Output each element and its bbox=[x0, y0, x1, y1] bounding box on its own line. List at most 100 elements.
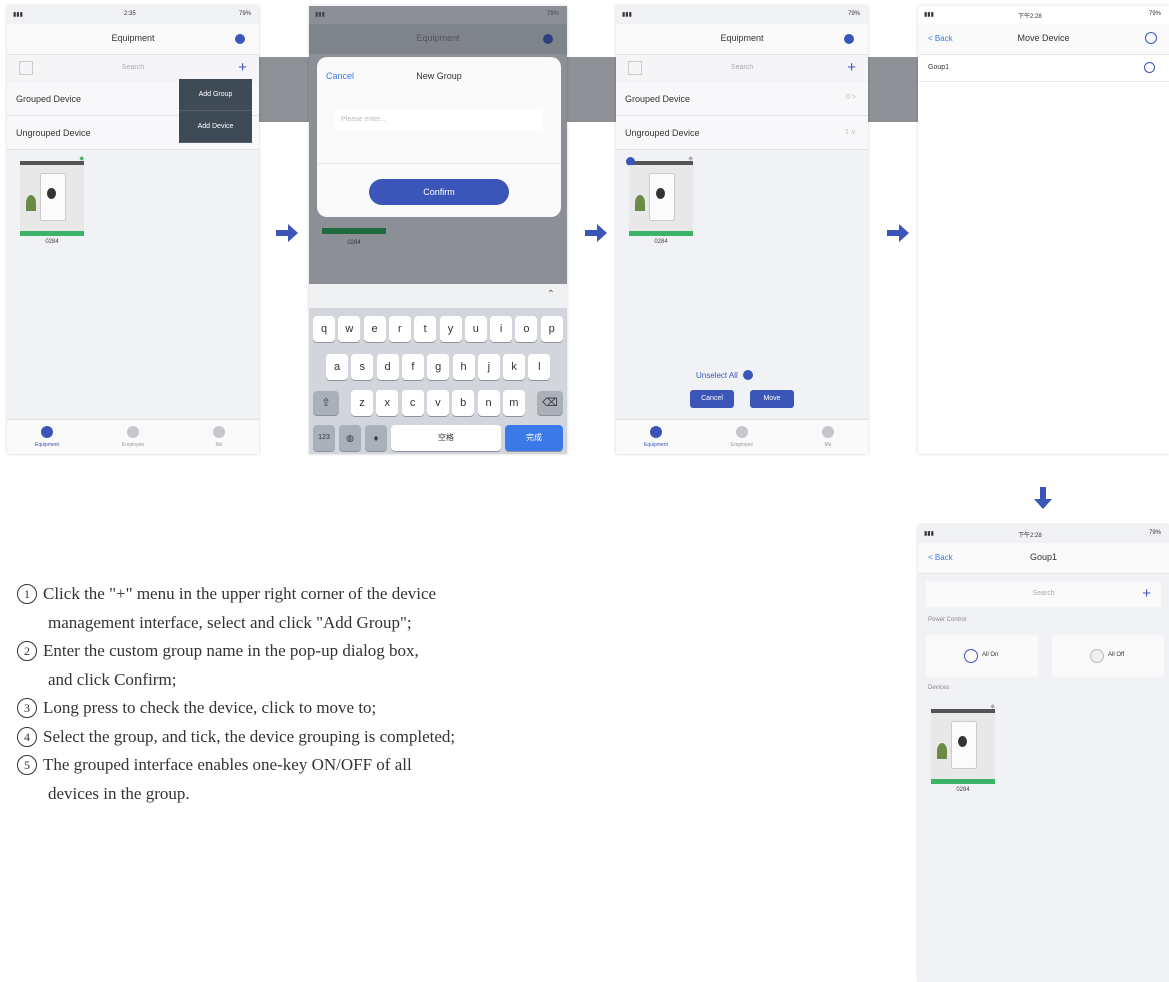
instruction-step-5: 5 The grouped interface enables one-key O… bbox=[17, 751, 727, 808]
device-card[interactable]: ◆ 0284 bbox=[20, 156, 84, 251]
nav-bar: Equipment bbox=[616, 24, 868, 55]
tab-equipment[interactable]: Equipment bbox=[17, 426, 77, 448]
tab-bar: Equipment Employee Me bbox=[7, 419, 259, 454]
key-d[interactable]: d bbox=[376, 354, 399, 380]
tab-me[interactable]: Me bbox=[189, 426, 249, 448]
key-z[interactable]: z bbox=[351, 390, 373, 416]
key-n[interactable]: n bbox=[477, 390, 500, 416]
key-m[interactable]: m bbox=[502, 390, 525, 416]
employee-icon bbox=[736, 426, 748, 438]
key-r[interactable]: r bbox=[388, 316, 411, 342]
profile-icon[interactable] bbox=[235, 34, 245, 44]
key-b[interactable]: b bbox=[452, 390, 475, 416]
confirm-check-icon[interactable] bbox=[1145, 32, 1157, 44]
move-button[interactable]: Move bbox=[750, 390, 794, 408]
microphone-icon[interactable]: ♦ bbox=[365, 425, 387, 451]
status-time: 2:35 bbox=[124, 11, 136, 17]
confirm-button[interactable]: Confirm bbox=[369, 179, 509, 205]
add-menu-button[interactable]: + bbox=[238, 60, 247, 75]
search-input[interactable]: Search bbox=[660, 59, 824, 76]
key-i[interactable]: i bbox=[490, 316, 513, 342]
device-label: 0284 bbox=[654, 239, 668, 245]
status-bar: ▮▮▮ 下午2:28 79% bbox=[924, 530, 1161, 539]
device-card-selected[interactable]: ◆ 0284 bbox=[626, 156, 693, 251]
device-card-dimmed: 0284 bbox=[322, 228, 386, 246]
numbers-key[interactable]: 123 bbox=[313, 425, 335, 451]
key-y[interactable]: y bbox=[439, 316, 462, 342]
shift-key[interactable]: ⇧ bbox=[313, 391, 339, 415]
key-f[interactable]: f bbox=[401, 354, 424, 380]
page-title: Equipment bbox=[111, 33, 155, 43]
delete-key[interactable]: ⌫ bbox=[537, 391, 563, 415]
profile-icon[interactable] bbox=[543, 34, 553, 44]
nav-bar: Equipment bbox=[7, 24, 259, 55]
all-off-button[interactable]: All Off bbox=[1052, 635, 1164, 677]
status-bar: ▮▮▮ 79% bbox=[622, 11, 860, 18]
key-u[interactable]: u bbox=[464, 316, 487, 342]
flow-connector-1 bbox=[257, 57, 309, 122]
dialog-title: New Group bbox=[416, 71, 462, 81]
page-title: Goup1 bbox=[1029, 552, 1058, 562]
device-label: 0284 bbox=[45, 239, 59, 245]
flow-connector-3 bbox=[866, 57, 918, 122]
key-a[interactable]: a bbox=[326, 354, 348, 380]
profile-icon[interactable] bbox=[844, 34, 854, 44]
device-thumbnail bbox=[20, 165, 84, 231]
radio-icon[interactable] bbox=[1144, 62, 1155, 73]
tab-equipment[interactable]: Equipment bbox=[626, 426, 686, 448]
key-q[interactable]: q bbox=[313, 316, 335, 342]
key-p[interactable]: p bbox=[540, 316, 563, 342]
add-device-button[interactable]: + bbox=[1142, 586, 1151, 601]
status-bar: ▮▮▮ 79% bbox=[315, 11, 559, 18]
employee-icon bbox=[127, 426, 139, 438]
key-s[interactable]: s bbox=[351, 354, 374, 380]
search-input[interactable]: Search bbox=[51, 59, 215, 76]
grouped-device-row[interactable]: Grouped Device 0 > bbox=[616, 82, 868, 116]
key-l[interactable]: l bbox=[528, 354, 551, 380]
add-dropdown-menu: Add Group Add Device bbox=[179, 79, 252, 143]
scan-icon[interactable] bbox=[19, 61, 33, 75]
key-w[interactable]: w bbox=[338, 316, 361, 342]
key-o[interactable]: o bbox=[515, 316, 538, 342]
menu-add-group[interactable]: Add Group bbox=[179, 79, 252, 111]
all-on-button[interactable]: All On bbox=[926, 635, 1038, 677]
search-input[interactable]: Search bbox=[970, 585, 1117, 602]
key-c[interactable]: c bbox=[401, 390, 424, 416]
key-j[interactable]: j bbox=[477, 354, 500, 380]
device-card[interactable]: ◆ 0284 bbox=[931, 704, 995, 799]
tab-bar: Equipment Employee Me bbox=[616, 419, 868, 454]
key-k[interactable]: k bbox=[503, 354, 526, 380]
search-row: Search + bbox=[7, 55, 259, 81]
instruction-step-3: 3 Long press to check the device, click t… bbox=[17, 694, 727, 723]
devices-label: Devices bbox=[928, 685, 950, 691]
power-control-label: Power Control bbox=[928, 617, 967, 623]
chevron-up-icon[interactable]: ⌃ bbox=[547, 289, 555, 300]
key-g[interactable]: g bbox=[427, 354, 450, 380]
ungrouped-device-row[interactable]: Ungrouped Device 1 ∨ bbox=[616, 116, 868, 150]
group-list-item[interactable]: Goup1 bbox=[918, 55, 1169, 82]
key-h[interactable]: h bbox=[452, 354, 475, 380]
key-x[interactable]: x bbox=[376, 390, 399, 416]
group-name-input[interactable]: Please enter... bbox=[335, 109, 543, 131]
page-title: Move Device bbox=[1017, 33, 1070, 43]
tab-employee[interactable]: Employee bbox=[712, 426, 772, 448]
key-t[interactable]: t bbox=[414, 316, 437, 342]
globe-icon[interactable]: ◍ bbox=[339, 425, 361, 451]
wifi-icon: ◆ bbox=[990, 704, 995, 710]
menu-add-device[interactable]: Add Device bbox=[179, 111, 252, 143]
key-e[interactable]: e bbox=[363, 316, 386, 342]
cancel-button[interactable]: Cancel bbox=[690, 390, 734, 408]
equipment-icon bbox=[650, 426, 662, 438]
space-key[interactable]: 空格 bbox=[391, 425, 501, 451]
key-v[interactable]: v bbox=[426, 390, 449, 416]
tab-employee[interactable]: Employee bbox=[103, 426, 163, 448]
nav-bar: Equipment bbox=[309, 24, 567, 54]
arrow-right-icon bbox=[585, 224, 607, 242]
tab-me[interactable]: Me bbox=[798, 426, 858, 448]
done-key[interactable]: 完成 bbox=[505, 425, 563, 451]
arrow-right-icon bbox=[887, 224, 909, 242]
power-icon bbox=[964, 649, 978, 663]
unselect-all-button[interactable]: Unselect All bbox=[696, 370, 754, 380]
add-menu-button[interactable]: + bbox=[847, 60, 856, 75]
scan-icon[interactable] bbox=[628, 61, 642, 75]
